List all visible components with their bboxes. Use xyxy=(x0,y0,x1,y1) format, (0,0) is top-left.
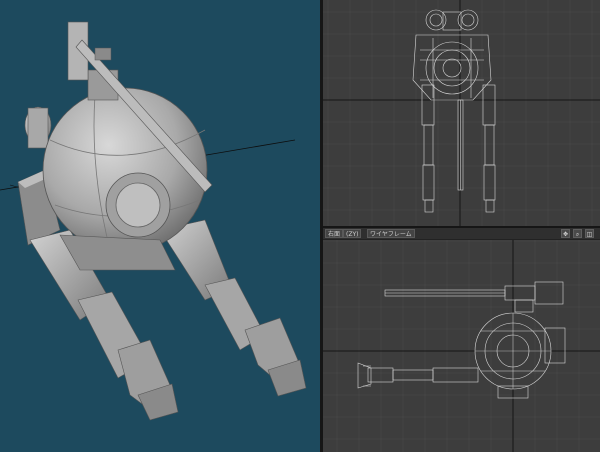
right-leg xyxy=(159,219,307,397)
zoom-view-icon[interactable]: ⌕ xyxy=(573,229,582,238)
top-viewport[interactable] xyxy=(323,0,600,226)
lower-skirt xyxy=(59,234,176,271)
side-wireframe-model xyxy=(357,281,566,399)
perspective-viewport[interactable] xyxy=(0,0,320,452)
render-mode-dropdown[interactable]: ワイヤフレーム xyxy=(367,229,415,238)
side-viewport-header: 右面 (ZY) ワイヤフレーム ✥ ⌕ ◫ xyxy=(323,228,600,240)
axis-dropdown[interactable]: (ZY) xyxy=(343,229,362,238)
view-name-label[interactable]: 右面 xyxy=(325,229,344,238)
maximize-view-icon[interactable]: ◫ xyxy=(585,229,594,238)
modeling-app: 右面 (ZY) ワイヤフレーム ✥ ⌕ ◫ xyxy=(0,0,600,452)
top-wireframe-model xyxy=(412,9,496,213)
perspective-model xyxy=(0,21,307,421)
move-view-icon[interactable]: ✥ xyxy=(561,229,570,238)
rear-tank xyxy=(24,106,52,149)
side-viewport[interactable]: 右面 (ZY) ワイヤフレーム ✥ ⌕ ◫ xyxy=(323,228,600,452)
front-lens xyxy=(105,172,171,238)
